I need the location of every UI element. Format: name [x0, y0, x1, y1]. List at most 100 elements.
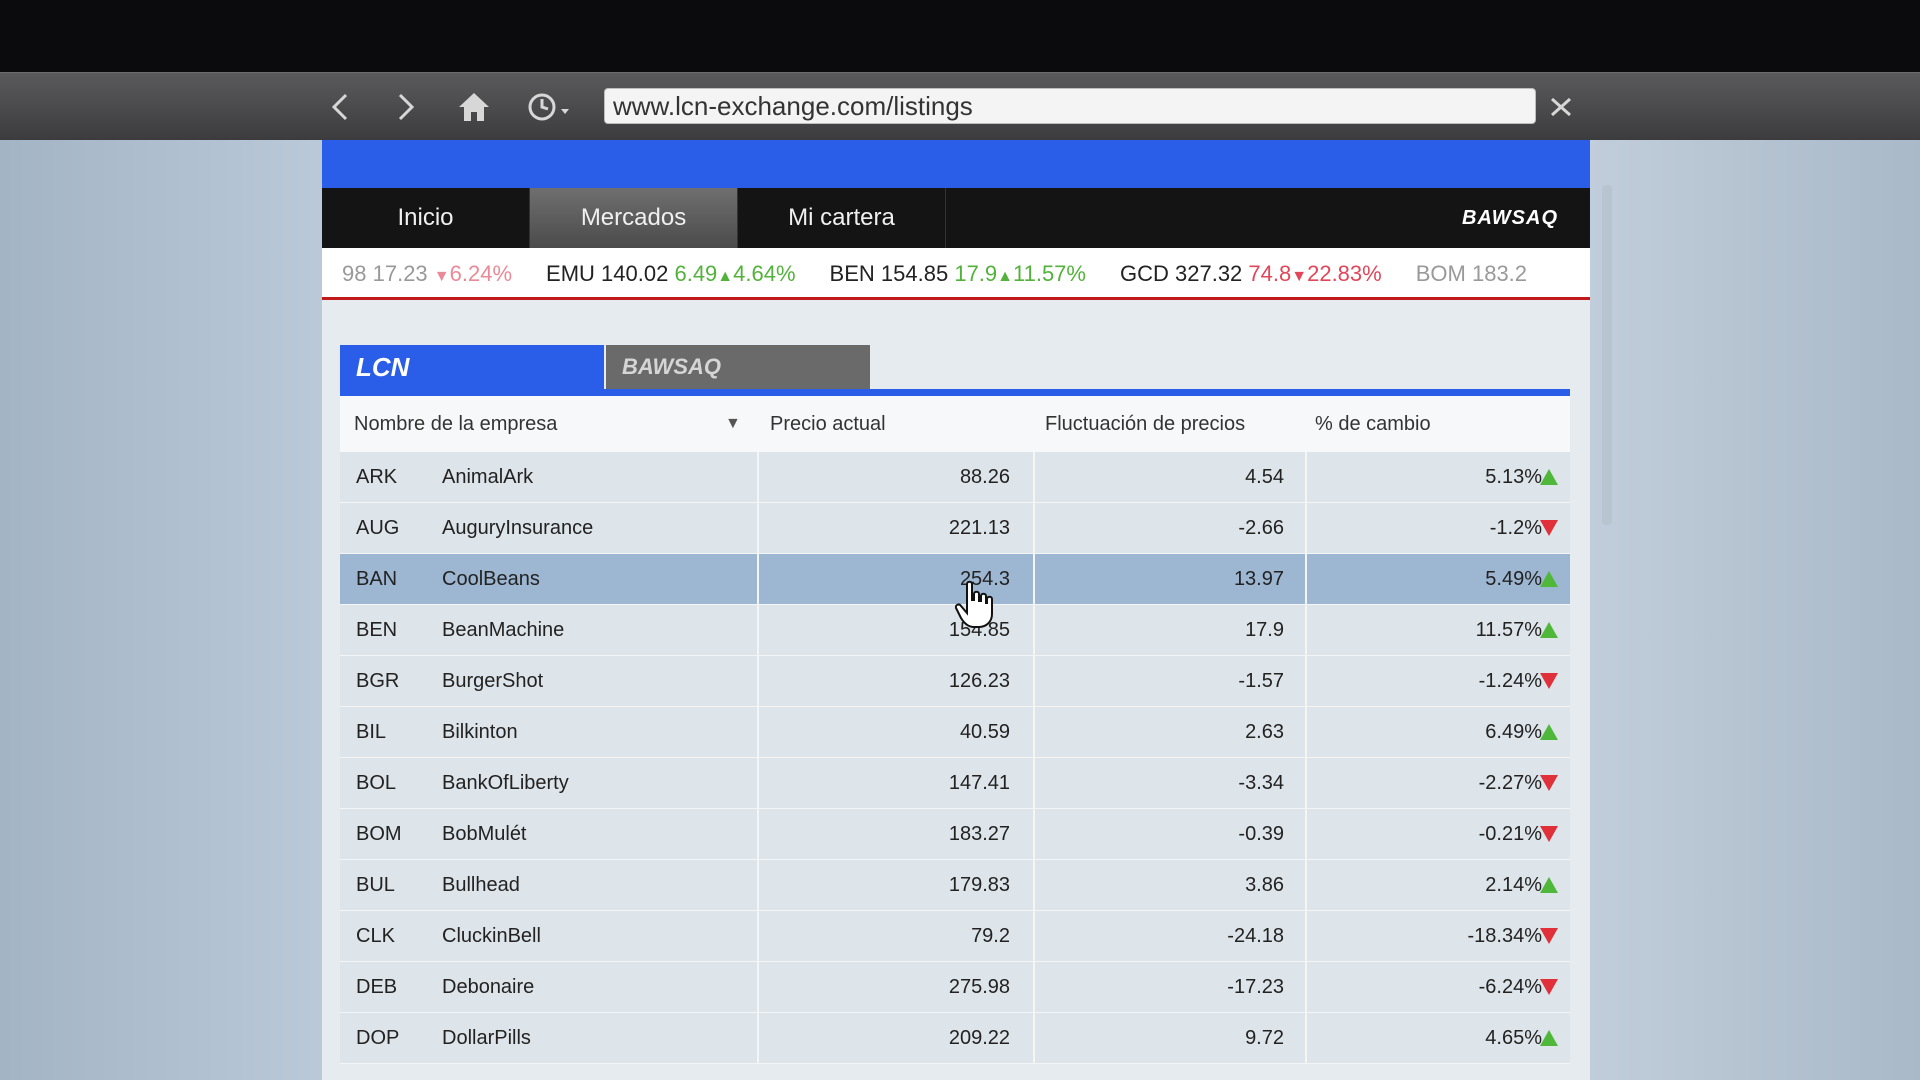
column-divider — [1033, 758, 1035, 808]
ticker-percent: 4.64% — [733, 261, 796, 286]
cell-fluctuation: 13.97 — [1233, 568, 1284, 590]
tab-bawsaq[interactable]: BAWSAQ — [606, 345, 870, 389]
column-divider — [1305, 962, 1307, 1012]
ticker-up-arrow-icon: ▲ — [997, 268, 1013, 285]
cell-company-name: Bilkinton — [442, 721, 518, 743]
cell-fluctuation: -1.57 — [1238, 670, 1284, 692]
ticker-percent: 6.24% — [449, 261, 513, 286]
ticker-percent: 22.83% — [1307, 261, 1382, 286]
down-arrow-icon — [1540, 979, 1558, 995]
cell-price: 40.59 — [959, 721, 1010, 743]
column-divider — [757, 758, 759, 808]
close-icon[interactable] — [1546, 87, 1576, 127]
column-divider — [1033, 452, 1035, 502]
table-row[interactable]: CLK CluckinBell 79.2 -24.18 -18.34% — [340, 911, 1570, 962]
header-company[interactable]: Nombre de la empresa — [354, 396, 557, 452]
stock-ticker: 98 17.23 ▼6.24% EMU 140.02 6.49▲4.64% BEN … — [322, 248, 1590, 300]
cell-fluctuation: 3.86 — [1245, 874, 1284, 896]
column-divider — [1305, 707, 1307, 757]
cell-percent-change: 5.13% — [1485, 466, 1542, 488]
up-arrow-icon — [1540, 469, 1558, 485]
table-row[interactable]: ARK AnimalArk 88.26 4.54 5.13% — [340, 452, 1570, 503]
cell-symbol: BUL — [356, 874, 395, 896]
column-divider — [1033, 656, 1035, 706]
column-divider — [1305, 452, 1307, 502]
table-row[interactable]: BOM BobMulét 183.27 -0.39 -0.21% — [340, 809, 1570, 860]
column-divider — [1033, 809, 1035, 859]
url-bar[interactable]: www.lcn-exchange.com/listings — [604, 88, 1536, 124]
cell-fluctuation: -17.23 — [1227, 976, 1284, 998]
table-row[interactable]: BOL BankOfLiberty 147.41 -3.34 -2.27% — [340, 758, 1570, 809]
exchange-tabs: LCN BAWSAQ — [340, 345, 1570, 396]
table-row[interactable]: DOP DollarPills 209.22 9.72 4.65% — [340, 1013, 1570, 1064]
cell-price: 88.26 — [959, 466, 1010, 488]
table-row[interactable]: DEB Debonaire 275.98 -17.23 -6.24% — [340, 962, 1570, 1013]
column-divider — [757, 452, 759, 502]
column-divider — [757, 503, 759, 553]
cell-fluctuation: 17.9 — [1245, 619, 1284, 641]
sort-down-icon[interactable]: ▼ — [725, 396, 741, 452]
hand-cursor-icon — [955, 580, 993, 628]
column-divider — [1305, 758, 1307, 808]
forward-arrow-icon[interactable] — [390, 87, 420, 127]
site-banner — [322, 140, 1590, 188]
column-divider — [1033, 911, 1035, 961]
header-change[interactable]: % de cambio — [1315, 396, 1431, 452]
nav-item-inicio[interactable]: Inicio — [322, 188, 530, 248]
table-row[interactable]: BIL Bilkinton 40.59 2.63 6.49% — [340, 707, 1570, 758]
cell-price: 183.27 — [948, 823, 1010, 845]
column-divider — [1305, 554, 1307, 604]
cell-fluctuation: 9.72 — [1245, 1027, 1284, 1049]
back-arrow-icon[interactable] — [326, 87, 356, 127]
column-divider — [1033, 503, 1035, 553]
ticker-change: 17.9 — [954, 261, 998, 286]
cell-fluctuation: -24.18 — [1227, 925, 1284, 947]
up-arrow-icon — [1540, 877, 1558, 893]
cell-symbol: DEB — [356, 976, 398, 998]
nav-item-mercados[interactable]: Mercados — [530, 188, 738, 248]
bawsaq-logo[interactable]: BAWSAQ — [1462, 188, 1558, 248]
ticker-symbol: 98 — [342, 261, 367, 286]
cell-symbol: BOM — [356, 823, 402, 845]
home-icon[interactable] — [456, 87, 492, 127]
column-divider — [1305, 860, 1307, 910]
nav-item-mi-cartera[interactable]: Mi cartera — [738, 188, 946, 248]
cell-symbol: BIL — [356, 721, 387, 743]
column-divider — [1305, 911, 1307, 961]
column-divider — [1033, 962, 1035, 1012]
column-divider — [1305, 656, 1307, 706]
cell-price: 79.2 — [971, 925, 1010, 947]
table-row[interactable]: BGR BurgerShot 126.23 -1.57 -1.24% — [340, 656, 1570, 707]
ticker-down-arrow-icon: ▼ — [1291, 268, 1308, 285]
cell-percent-change: 4.65% — [1485, 1027, 1542, 1049]
column-divider — [1305, 1013, 1307, 1063]
table-row[interactable]: BUL Bullhead 179.83 3.86 2.14% — [340, 860, 1570, 911]
header-price[interactable]: Precio actual — [770, 396, 886, 452]
down-arrow-icon — [1540, 928, 1558, 944]
cell-symbol: AUG — [356, 517, 400, 539]
column-divider — [1305, 605, 1307, 655]
ticker-strip: 98 17.23 ▼6.24% EMU 140.02 6.49▲4.64% BEN … — [342, 248, 1561, 297]
column-divider — [757, 656, 759, 706]
table-row[interactable]: AUG AuguryInsurance 221.13 -2.66 -1.2% — [340, 503, 1570, 554]
cell-company-name: Bullhead — [442, 874, 520, 896]
ticker-symbol: BOM — [1415, 261, 1466, 286]
cell-percent-change: -18.34% — [1467, 925, 1543, 947]
ticker-percent: 11.57% — [1013, 261, 1086, 286]
cell-fluctuation: -3.34 — [1238, 772, 1284, 794]
cell-percent-change: -1.24% — [1478, 670, 1542, 692]
cell-fluctuation: -0.39 — [1238, 823, 1284, 845]
table-body: ARK AnimalArk 88.26 4.54 5.13% AUG AuguryInsur… — [340, 452, 1570, 1064]
tab-lcn[interactable]: LCN — [340, 345, 604, 389]
cell-price: 209.22 — [948, 1027, 1010, 1049]
history-clock-icon[interactable] — [525, 87, 575, 127]
cell-percent-change: -2.27% — [1478, 772, 1542, 794]
site-nav: Inicio Mercados Mi cartera BAWSAQ — [322, 188, 1590, 248]
header-fluctuation[interactable]: Fluctuación de precios — [1045, 396, 1245, 452]
page-scrollbar[interactable] — [1602, 185, 1612, 525]
cell-percent-change: -1.2% — [1489, 517, 1542, 539]
column-divider — [757, 860, 759, 910]
cell-company-name: BeanMachine — [442, 619, 565, 641]
column-divider — [1033, 860, 1035, 910]
cell-symbol: BEN — [356, 619, 398, 641]
